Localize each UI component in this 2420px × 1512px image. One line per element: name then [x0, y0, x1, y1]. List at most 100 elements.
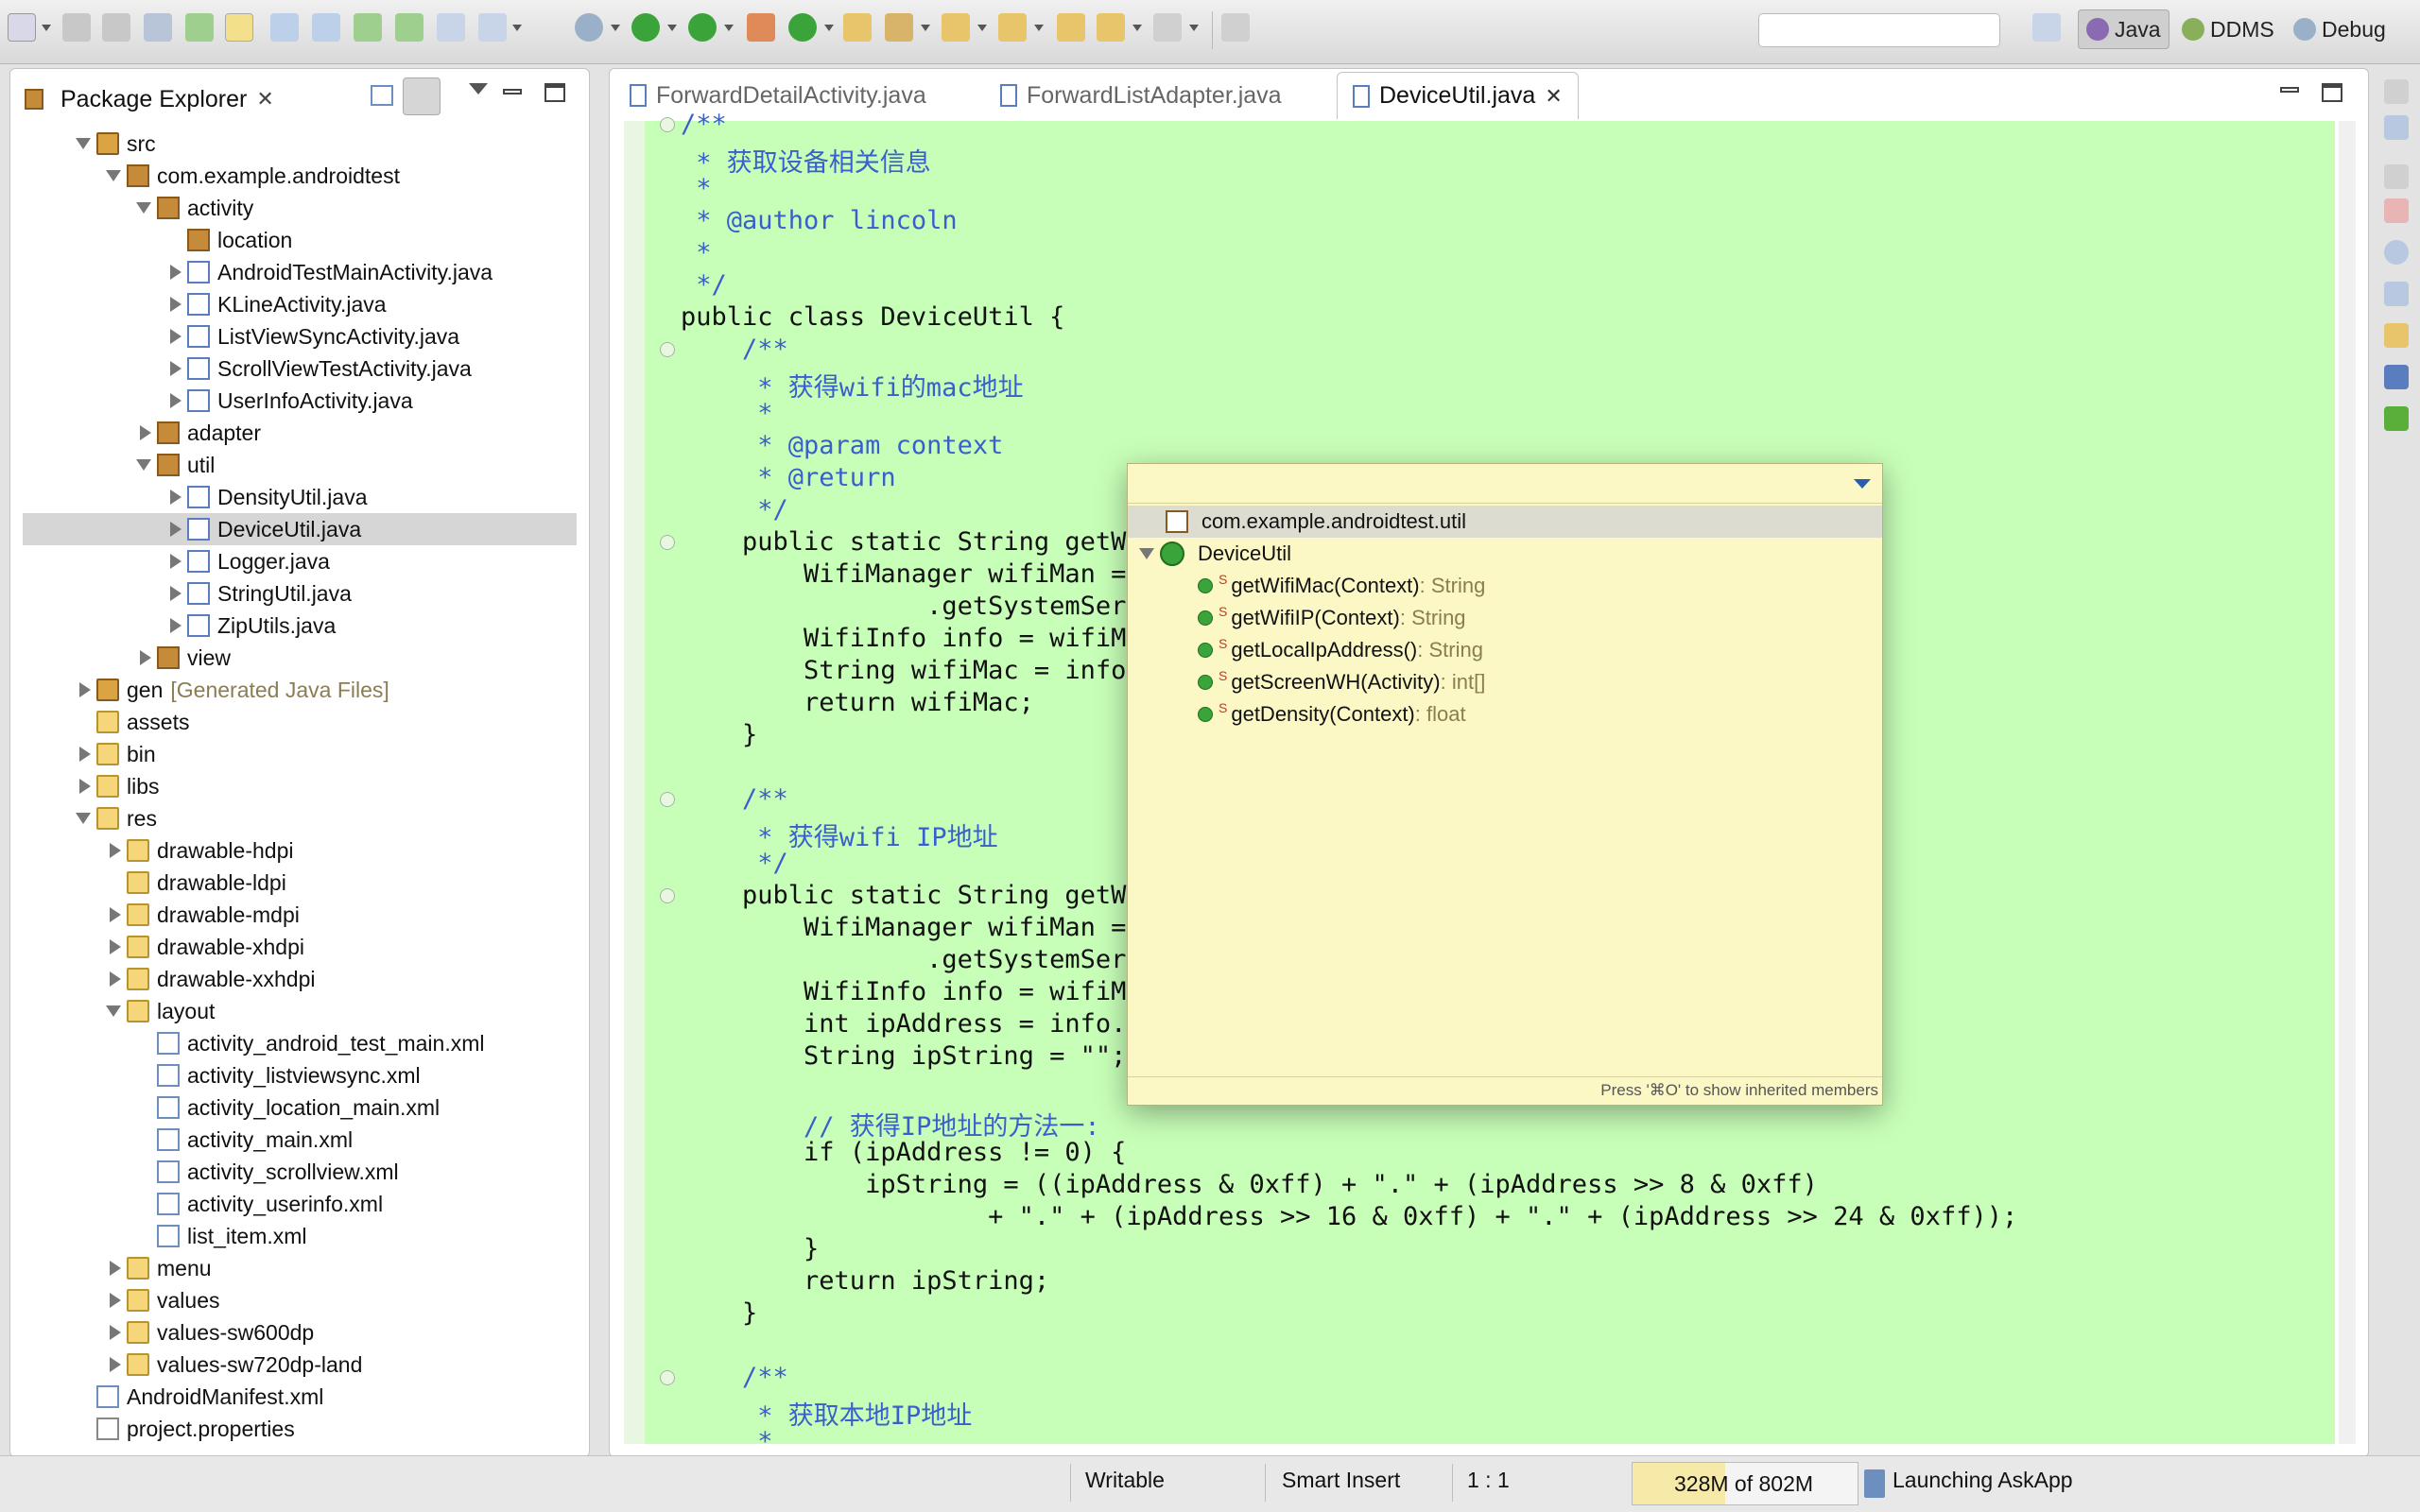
restore-icon[interactable]: [2384, 79, 2409, 104]
restore-bottom-icon[interactable]: [2384, 164, 2409, 189]
tree-item[interactable]: layout: [106, 995, 215, 1027]
popup-menu-icon[interactable]: [1854, 479, 1871, 489]
expanded-arrow-icon[interactable]: [136, 202, 151, 214]
tree-item[interactable]: DensityUtil.java: [166, 481, 368, 513]
collapsed-arrow-icon[interactable]: [110, 971, 121, 987]
minimize-icon[interactable]: [503, 89, 522, 94]
editor-tab-forward-list-adapter[interactable]: ForwardListAdapter.java: [985, 72, 1297, 119]
previous-annotation-icon[interactable]: [998, 13, 1027, 42]
code-line[interactable]: if (ipAddress != 0) {: [681, 1138, 1126, 1170]
popup-filter-bar[interactable]: [1128, 464, 1882, 504]
search-dropdown-icon[interactable]: [921, 25, 930, 31]
tree-item[interactable]: project.properties: [76, 1413, 295, 1445]
outline-view-icon[interactable]: [2384, 115, 2409, 140]
collapse-all-icon[interactable]: [371, 85, 393, 106]
editor-maximize-icon[interactable]: [2322, 83, 2342, 102]
code-line[interactable]: */: [681, 270, 727, 302]
open-type-icon[interactable]: [843, 13, 872, 42]
code-line[interactable]: /**: [681, 110, 727, 142]
collapsed-arrow-icon[interactable]: [79, 779, 91, 794]
code-line[interactable]: int ipAddress = info.g: [681, 1009, 1142, 1041]
collapsed-arrow-icon[interactable]: [110, 939, 121, 954]
run-icon[interactable]: [631, 13, 660, 42]
next-annotation-dropdown-icon[interactable]: [977, 25, 987, 31]
tree-item[interactable]: src: [76, 128, 156, 160]
print-icon[interactable]: [144, 13, 172, 42]
collapsed-arrow-icon[interactable]: [110, 1293, 121, 1308]
tree-item[interactable]: KLineActivity.java: [166, 288, 387, 320]
collapsed-arrow-icon[interactable]: [140, 425, 151, 440]
tree-item[interactable]: view: [136, 642, 231, 674]
code-line[interactable]: * @author lincoln: [681, 206, 957, 238]
tree-item[interactable]: activity_main.xml: [136, 1124, 353, 1156]
collapsed-arrow-icon[interactable]: [110, 1325, 121, 1340]
perspective-ddms[interactable]: DDMS: [2174, 9, 2282, 49]
expanded-arrow-icon[interactable]: [136, 459, 151, 471]
tree-item[interactable]: drawable-xxhdpi: [106, 963, 315, 995]
fold-toggle-icon[interactable]: [660, 792, 675, 807]
outline-method-row[interactable]: SgetWifiIP(Context) : String: [1198, 602, 1466, 634]
collapsed-arrow-icon[interactable]: [170, 361, 182, 376]
next-annotation-icon[interactable]: [942, 13, 970, 42]
code-line[interactable]: /**: [681, 784, 788, 816]
debug-dropdown-icon[interactable]: [611, 25, 620, 31]
last-edit-location-icon[interactable]: [1057, 13, 1085, 42]
tree-item[interactable]: drawable-ldpi: [106, 867, 286, 899]
code-line[interactable]: *: [681, 238, 711, 270]
editor-tab-forward-detail[interactable]: ForwardDetailActivity.java: [614, 72, 942, 119]
tree-item[interactable]: adapter: [136, 417, 261, 449]
code-line[interactable]: * @param context: [681, 431, 1003, 463]
console-view-icon[interactable]: [2384, 365, 2409, 389]
code-line[interactable]: }: [681, 1298, 757, 1331]
outline-method-row[interactable]: SgetWifiMac(Context) : String: [1198, 570, 1485, 602]
tree-item[interactable]: bin: [76, 738, 156, 770]
open-perspective-icon[interactable]: [2032, 13, 2061, 42]
back-icon[interactable]: [1097, 13, 1125, 42]
tree-item[interactable]: DeviceUtil.java: [23, 513, 577, 545]
android-layout-icon[interactable]: [312, 13, 340, 42]
tree-item[interactable]: values-sw600dp: [106, 1316, 314, 1349]
tree-item[interactable]: drawable-hdpi: [106, 834, 293, 867]
pin-editor-icon[interactable]: [1221, 13, 1250, 42]
code-line[interactable]: *: [681, 1427, 772, 1459]
tree-item[interactable]: activity_listviewsync.xml: [136, 1059, 421, 1091]
expand-arrow-icon[interactable]: [1139, 548, 1154, 559]
new-class-dropdown-icon[interactable]: [824, 25, 834, 31]
problems-view-icon[interactable]: [2384, 198, 2409, 223]
tree-item[interactable]: Logger.java: [166, 545, 330, 577]
tree-item[interactable]: assets: [76, 706, 189, 738]
tree-item[interactable]: menu: [106, 1252, 212, 1284]
save-all-icon[interactable]: [102, 13, 130, 42]
collapsed-arrow-icon[interactable]: [170, 490, 182, 505]
code-line[interactable]: */: [681, 849, 788, 881]
collapsed-arrow-icon[interactable]: [170, 297, 182, 312]
code-line[interactable]: */: [681, 495, 788, 527]
code-line[interactable]: // 获得IP地址的方法一:: [681, 1106, 1100, 1142]
heap-status[interactable]: 328M of 802M: [1632, 1462, 1858, 1505]
collapsed-arrow-icon[interactable]: [170, 329, 182, 344]
back-dropdown-icon[interactable]: [1132, 25, 1142, 31]
collapsed-arrow-icon[interactable]: [170, 554, 182, 569]
collapsed-arrow-icon[interactable]: [110, 1261, 121, 1276]
skip-breakpoints-icon[interactable]: [437, 13, 465, 42]
code-line[interactable]: + "." + (ipAddress >> 16 & 0xff) + "." +…: [681, 1202, 2017, 1234]
code-line[interactable]: *: [681, 174, 711, 206]
tree-item[interactable]: list_item.xml: [136, 1220, 307, 1252]
forward-icon[interactable]: [1153, 13, 1182, 42]
link-with-editor-icon[interactable]: [403, 77, 441, 115]
external-tools-dropdown-icon[interactable]: [724, 25, 734, 31]
android-xml-icon[interactable]: [270, 13, 299, 42]
fold-toggle-icon[interactable]: [660, 535, 675, 550]
tree-item[interactable]: ListViewSyncActivity.java: [166, 320, 459, 352]
collapsed-arrow-icon[interactable]: [170, 393, 182, 408]
code-line[interactable]: .getSystemServ: [681, 945, 1142, 977]
fold-toggle-icon[interactable]: [660, 342, 675, 357]
fold-toggle-icon[interactable]: [660, 888, 675, 903]
fold-toggle-icon[interactable]: [660, 1370, 675, 1385]
search-view-icon[interactable]: [2384, 323, 2409, 348]
code-line[interactable]: String wifiMac = info: [681, 656, 1126, 688]
close-tab-icon[interactable]: ✕: [1545, 84, 1562, 109]
tree-item[interactable]: drawable-mdpi: [106, 899, 300, 931]
code-line[interactable]: .getSystemServ: [681, 592, 1142, 624]
close-icon[interactable]: ✕: [256, 87, 273, 112]
